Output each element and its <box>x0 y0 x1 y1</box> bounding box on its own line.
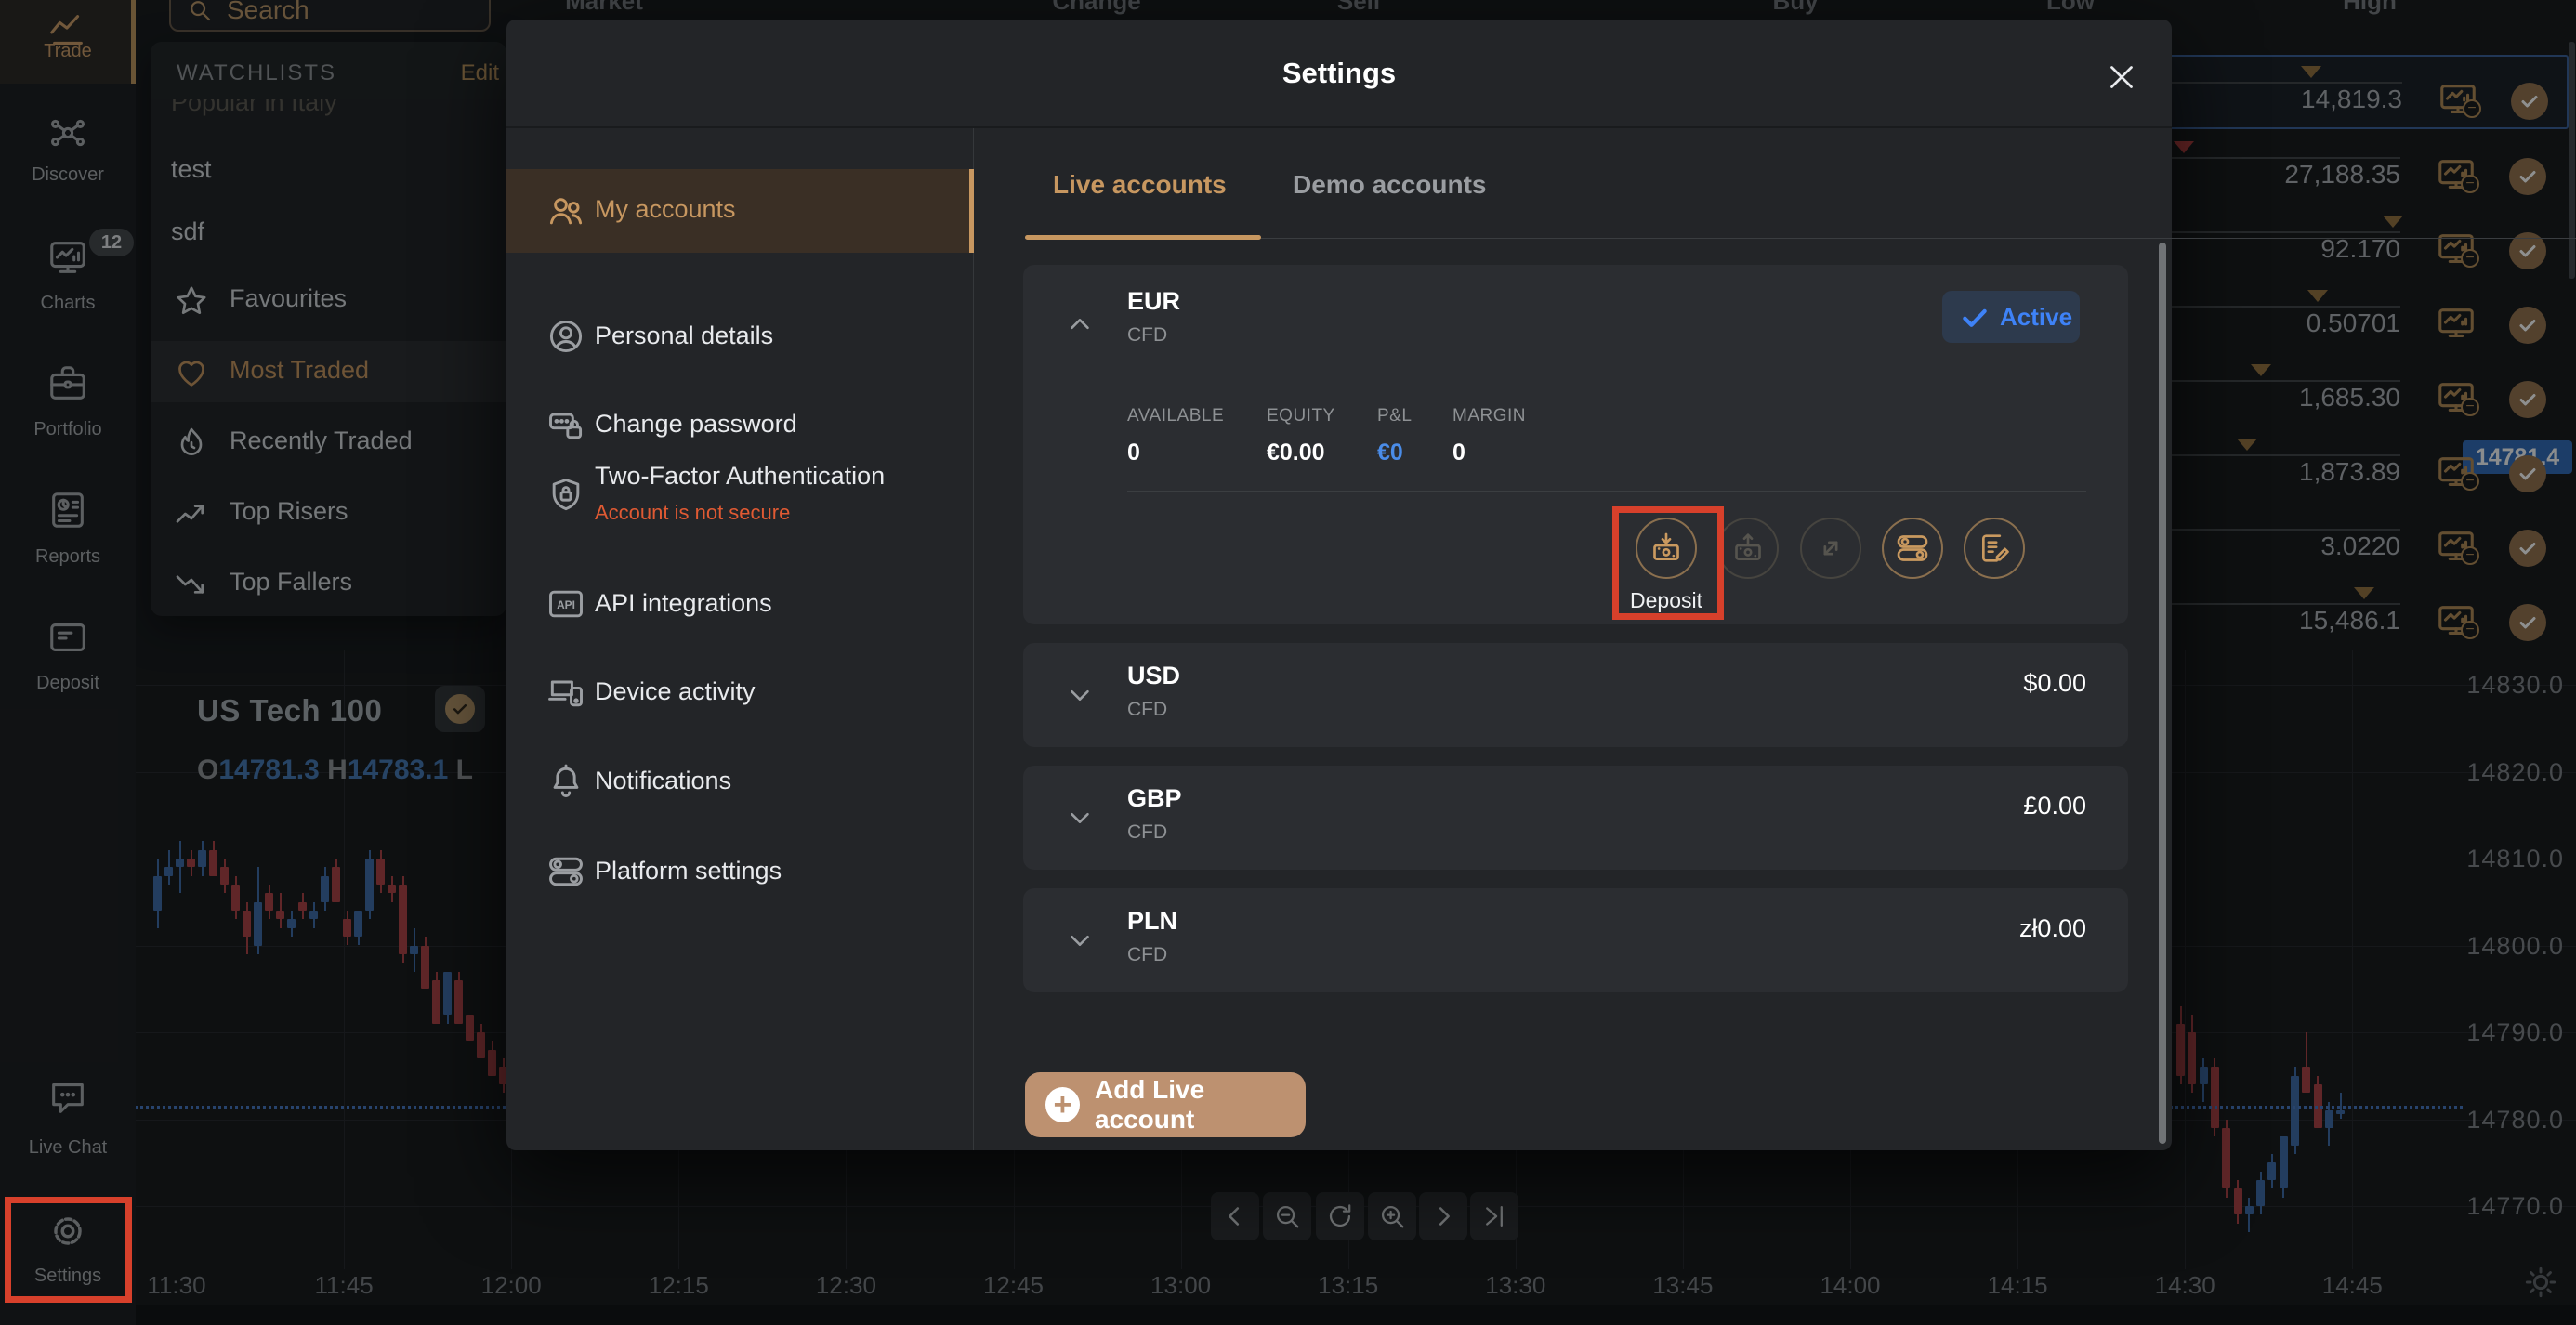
account-card-pln[interactable]: PLN CFD zł0.00 <box>1023 888 2128 992</box>
nav-item-label: My accounts <box>595 195 736 223</box>
chevron-down-icon[interactable] <box>1064 924 1096 955</box>
tab-demo-accounts[interactable]: Demo accounts <box>1293 170 1487 200</box>
chevron-down-icon[interactable] <box>1064 678 1096 710</box>
active-tab-underline <box>1025 235 1261 240</box>
bell-icon <box>545 761 586 802</box>
nav-item-warning: Account is not secure <box>595 501 791 524</box>
stat-margin: MARGIN 0 <box>1452 406 1526 466</box>
account-currency: EUR <box>1127 287 1181 315</box>
account-type: CFD <box>1127 821 1168 843</box>
withdraw-button <box>1717 518 1779 579</box>
accounts-tabs: Live accounts Demo accounts <box>1025 128 2576 244</box>
people-icon <box>545 190 586 231</box>
tab-live-accounts[interactable]: Live accounts <box>1053 170 1227 200</box>
account-type: CFD <box>1127 944 1168 965</box>
chevron-up-icon[interactable] <box>1064 309 1096 341</box>
api-icon: API <box>545 584 586 624</box>
edit-note-icon <box>1976 530 2013 567</box>
person-icon <box>545 316 586 357</box>
account-balance: zł0.00 <box>2018 914 2086 942</box>
settings-nav-api-integrations[interactable]: API API integrations <box>506 567 974 641</box>
manage-button[interactable] <box>1882 518 1943 579</box>
account-type: CFD <box>1127 699 1168 720</box>
password-icon <box>545 404 586 445</box>
modal-header: Settings <box>506 20 2172 128</box>
nav-item-label: API integrations <box>595 589 772 617</box>
settings-nav-platform-settings[interactable]: Platform settings <box>506 834 974 909</box>
account-currency: PLN <box>1127 907 1177 935</box>
account-currency: USD <box>1127 662 1181 689</box>
settings-nav-device-activity[interactable]: Device activity <box>506 655 974 729</box>
plus-circle-icon: + <box>1045 1087 1080 1122</box>
toggles-icon <box>545 851 586 892</box>
settings-nav-my-accounts[interactable]: My accounts <box>506 169 974 253</box>
trading-app: US Tech 100 O14781.3 H14783.1 L 14830.0 1… <box>0 0 2576 1325</box>
status-badge-active: Active <box>1942 291 2080 343</box>
settings-nav: My accounts Personal details Change passwo… <box>506 128 974 1150</box>
account-card-usd[interactable]: USD CFD $0.00 <box>1023 643 2128 747</box>
account-currency: GBP <box>1127 784 1182 812</box>
modal-scrollbar[interactable] <box>2159 243 2166 1144</box>
stat-pl: P&L €0 <box>1377 406 1413 466</box>
chevron-down-icon[interactable] <box>1064 801 1096 833</box>
nav-item-label: Device activity <box>595 677 756 705</box>
add-live-account-button[interactable]: + Add Live account <box>1025 1072 1306 1137</box>
nav-item-label: Notifications <box>595 767 732 794</box>
deposit-annotation-rectangle <box>1612 506 1724 620</box>
nav-item-label: Two-Factor Authentication <box>595 462 886 490</box>
stat-equity: EQUITY €0.00 <box>1267 406 1335 466</box>
account-balance: £0.00 <box>2023 792 2086 820</box>
settings-nav-personal-details[interactable]: Personal details <box>506 299 974 374</box>
card-divider <box>1127 491 2086 492</box>
settings-nav-two-factor-authentication[interactable]: Two-Factor Authentication Account is not … <box>506 449 974 551</box>
modal-title: Settings <box>1281 57 1397 89</box>
settings-modal: Settings My accounts Personal details Chan… <box>506 20 2576 1150</box>
close-icon[interactable] <box>2105 60 2138 94</box>
devices-icon <box>545 672 586 713</box>
account-balance: $0.00 <box>2023 669 2086 697</box>
transfer-icon <box>1812 530 1849 567</box>
check-icon <box>1959 302 1991 334</box>
shield-lock-icon <box>545 475 586 516</box>
transfer-button <box>1800 518 1861 579</box>
account-card-eur[interactable]: EUR CFD Active AVAILABLE 0 EQUITY €0.00 P&L €… <box>1023 265 2128 624</box>
withdraw-out-icon <box>1729 530 1767 567</box>
settings-annotation-rectangle <box>5 1197 132 1303</box>
account-card-gbp[interactable]: GBP CFD £0.00 <box>1023 766 2128 870</box>
svg-text:API: API <box>557 598 575 611</box>
nav-item-label: Platform settings <box>595 857 782 885</box>
settings-nav-notifications[interactable]: Notifications <box>506 744 974 819</box>
nav-item-label: Personal details <box>595 321 774 349</box>
account-type: CFD <box>1127 324 1168 346</box>
stat-available: AVAILABLE 0 <box>1127 406 1225 466</box>
statement-button[interactable] <box>1964 518 2025 579</box>
toggles-icon <box>1894 530 1931 567</box>
nav-item-label: Change password <box>595 410 797 438</box>
